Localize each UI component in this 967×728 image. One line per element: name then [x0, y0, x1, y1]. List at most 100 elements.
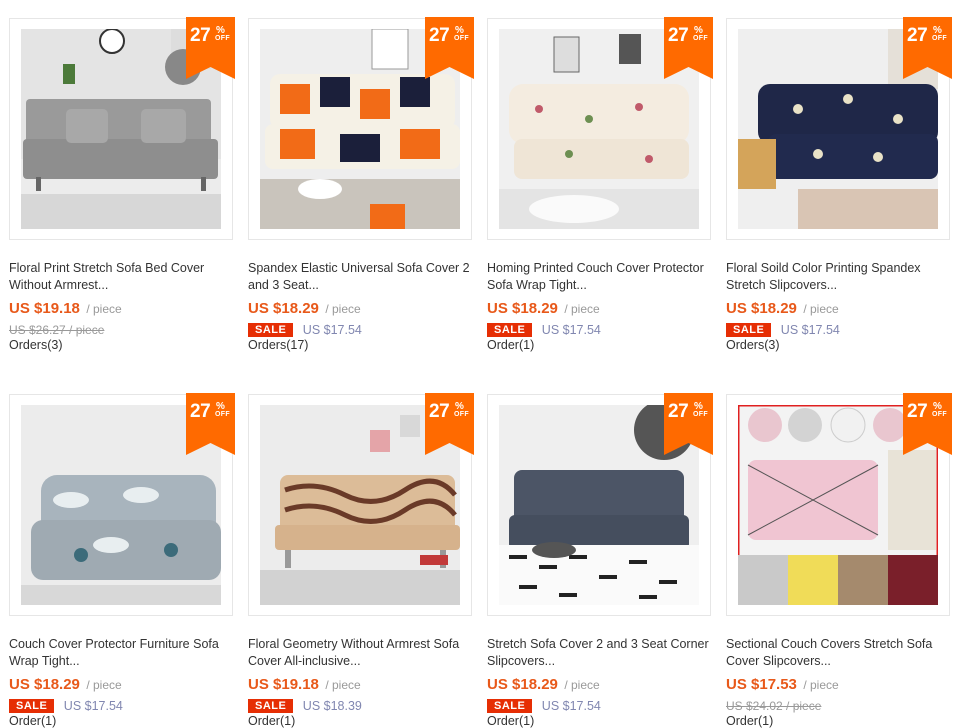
product-title-line: Slipcovers... — [487, 654, 556, 668]
original-price: US $26.27 / piece — [9, 323, 105, 337]
product-title-line: and 3 Seat... — [248, 278, 319, 292]
product-title-line: Floral Soild Color Printing Spandex — [726, 261, 921, 275]
discount-badge: 27 % OFF — [425, 17, 474, 79]
sale-tag: SALE — [248, 698, 294, 713]
sale-price: US $17.54 — [302, 322, 362, 337]
discount-off-label: OFF — [215, 411, 230, 418]
product-title-link[interactable]: Floral Geometry Without Armrest Sofa Cov… — [248, 636, 472, 670]
product-image-frame[interactable]: 27 % OFF — [487, 17, 713, 240]
sale-price: US $17.54 — [780, 322, 840, 337]
discount-off-label: OFF — [454, 35, 469, 42]
discount-percent: 27 — [429, 401, 450, 422]
product-title-line: Floral Geometry Without Armrest Sofa — [248, 637, 460, 651]
original-price: US $24.02 / piece — [726, 699, 822, 713]
discount-badge: 27 % OFF — [903, 17, 952, 79]
orders-count[interactable]: Order(1) — [487, 338, 534, 352]
discount-badge: 27 % OFF — [664, 393, 713, 455]
orders-count[interactable]: Orders(17) — [248, 338, 308, 352]
product-image-frame[interactable]: 27 % OFF — [726, 393, 952, 616]
product-price: US $18.29 — [9, 676, 80, 693]
product-image-frame[interactable]: 27 % OFF — [487, 393, 713, 616]
product-price: US $19.18 — [248, 676, 319, 693]
product-title-link[interactable]: Stretch Sofa Cover 2 and 3 Seat Corner S… — [487, 636, 711, 670]
secondary-price-row: SALE US $18.39 — [248, 697, 362, 713]
product-title-line: Wrap Tight... — [9, 654, 80, 668]
product-title-link[interactable]: Spandex Elastic Universal Sofa Cover 2 a… — [248, 260, 472, 294]
discount-off-label: OFF — [454, 411, 469, 418]
price-unit: / piece — [803, 678, 839, 692]
product-title-line: Spandex Elastic Universal Sofa Cover 2 — [248, 261, 470, 275]
sale-price: US $17.54 — [541, 698, 601, 713]
sale-tag: SALE — [9, 698, 55, 713]
product-title-link[interactable]: Floral Soild Color Printing Spandex Stre… — [726, 260, 950, 294]
discount-off-label: OFF — [215, 35, 230, 42]
discount-percent: 27 — [668, 25, 689, 46]
product-title-line: Stretch Sofa Cover 2 and 3 Seat Corner — [487, 637, 709, 651]
discount-percent: 27 — [429, 25, 450, 46]
product-title-line: Sofa Wrap Tight... — [487, 278, 587, 292]
price-unit: / piece — [86, 302, 122, 316]
product-image-frame[interactable]: 27 % OFF — [9, 393, 235, 616]
discount-badge: 27 % OFF — [186, 393, 235, 455]
product-title-line: Stretch Slipcovers... — [726, 278, 838, 292]
product-title-link[interactable]: Couch Cover Protector Furniture Sofa Wra… — [9, 636, 233, 670]
discount-off-label: OFF — [693, 411, 708, 418]
product-price: US $18.29 — [487, 300, 558, 317]
discount-badge: 27 % OFF — [903, 393, 952, 455]
price-row: US $18.29 / piece — [487, 300, 600, 318]
product-image-frame[interactable]: 27 % OFF — [248, 17, 474, 240]
price-row: US $19.18 / piece — [9, 300, 122, 318]
discount-badge: 27 % OFF — [425, 393, 474, 455]
product-title-line: Cover Slipcovers... — [726, 654, 831, 668]
secondary-price-row: US $24.02 / piece — [726, 697, 821, 713]
sale-price: US $17.54 — [63, 698, 123, 713]
discount-percent: 27 — [190, 25, 211, 46]
secondary-price-row: US $26.27 / piece — [9, 321, 104, 337]
price-row: US $18.29 / piece — [726, 300, 839, 318]
price-unit: / piece — [86, 678, 122, 692]
discount-off-label: OFF — [932, 411, 947, 418]
sale-price: US $18.39 — [302, 698, 362, 713]
secondary-price-row: SALE US $17.54 — [487, 321, 601, 337]
price-unit: / piece — [325, 678, 361, 692]
product-price: US $19.18 — [9, 300, 80, 317]
product-price: US $18.29 — [487, 676, 558, 693]
sale-tag: SALE — [487, 698, 533, 713]
secondary-price-row: SALE US $17.54 — [9, 697, 123, 713]
sale-tag: SALE — [248, 322, 294, 337]
orders-count[interactable]: Orders(3) — [726, 338, 779, 352]
product-title-link[interactable]: Sectional Couch Covers Stretch Sofa Cove… — [726, 636, 950, 670]
product-title-line: Without Armrest... — [9, 278, 109, 292]
product-title-line: Homing Printed Couch Cover Protector — [487, 261, 704, 275]
discount-percent: 27 — [907, 401, 928, 422]
discount-percent: 27 — [668, 401, 689, 422]
price-row: US $18.29 / piece — [487, 676, 600, 694]
discount-off-label: OFF — [693, 35, 708, 42]
discount-badge: 27 % OFF — [664, 17, 713, 79]
product-image-frame[interactable]: 27 % OFF — [726, 17, 952, 240]
price-unit: / piece — [803, 302, 839, 316]
sale-tag: SALE — [726, 322, 772, 337]
secondary-price-row: SALE US $17.54 — [726, 321, 840, 337]
price-row: US $17.53 / piece — [726, 676, 839, 694]
price-row: US $18.29 / piece — [9, 676, 122, 694]
price-row: US $18.29 / piece — [248, 300, 361, 318]
discount-percent: 27 — [190, 401, 211, 422]
product-title-line: Couch Cover Protector Furniture Sofa — [9, 637, 219, 651]
orders-count[interactable]: Orders(3) — [9, 338, 62, 352]
product-title-link[interactable]: Floral Print Stretch Sofa Bed Cover With… — [9, 260, 233, 294]
sale-tag: SALE — [487, 322, 533, 337]
discount-off-label: OFF — [932, 35, 947, 42]
product-image-frame[interactable]: 27 % OFF — [248, 393, 474, 616]
product-title-link[interactable]: Homing Printed Couch Cover Protector Sof… — [487, 260, 711, 294]
price-unit: / piece — [325, 302, 361, 316]
secondary-price-row: SALE US $17.54 — [487, 697, 601, 713]
discount-badge: 27 % OFF — [186, 17, 235, 79]
sale-price: US $17.54 — [541, 322, 601, 337]
product-title-line: Cover All-inclusive... — [248, 654, 361, 668]
price-row: US $19.18 / piece — [248, 676, 361, 694]
price-unit: / piece — [564, 302, 600, 316]
secondary-price-row: SALE US $17.54 — [248, 321, 362, 337]
product-image-frame[interactable]: 27 % OFF — [9, 17, 235, 240]
product-price: US $18.29 — [726, 300, 797, 317]
